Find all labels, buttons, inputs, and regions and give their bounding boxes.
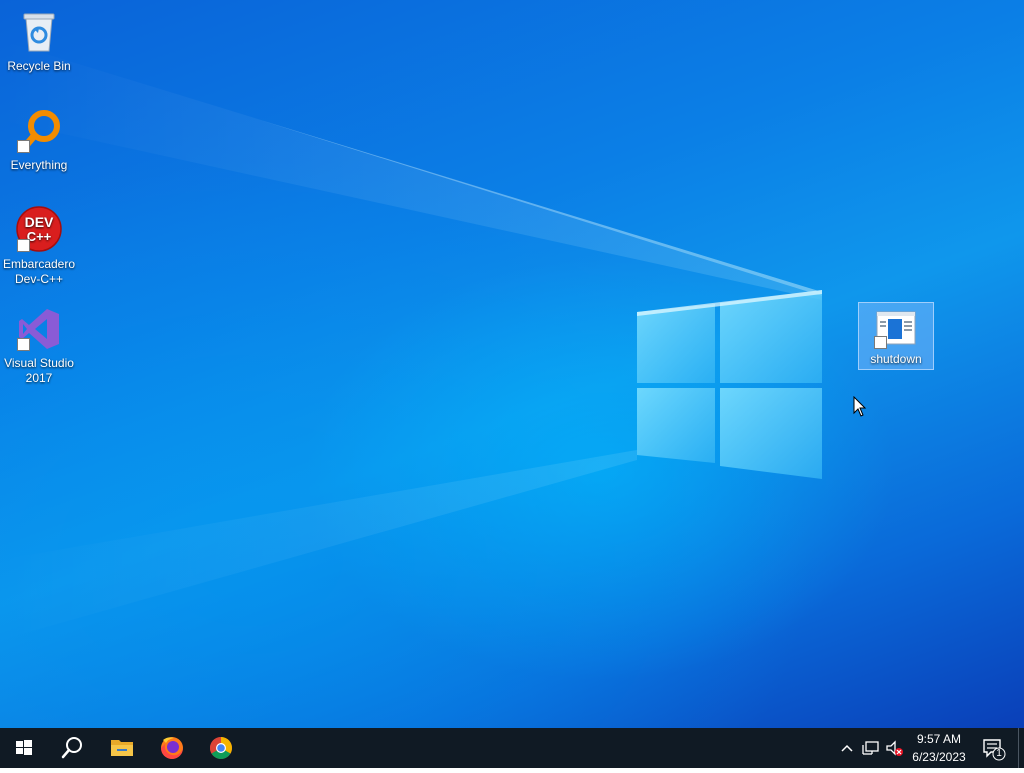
desktop-icon-everything[interactable]: Everything	[1, 107, 77, 173]
network-icon	[862, 741, 879, 755]
devcpp-icon: DEV C++	[15, 206, 63, 254]
notification-count-badge: 1	[996, 748, 1002, 759]
shortcut-arrow-icon	[874, 336, 887, 349]
tray-show-hidden-icons[interactable]	[838, 738, 856, 758]
recycle-bin-icon	[15, 8, 63, 56]
desktop-background[interactable]: Recycle Bin Everything DEV C++ Embarcade…	[0, 0, 1024, 728]
clock-date: 6/23/2023	[912, 750, 966, 764]
everything-search-icon	[15, 107, 63, 155]
desktop-icon-label: Visual Studio 2017	[4, 356, 74, 385]
desktop-icon-label: Everything	[10, 158, 68, 172]
desktop-icon-devcpp[interactable]: DEV C++ Embarcadero Dev-C++	[1, 206, 77, 287]
search-icon	[61, 737, 82, 759]
show-desktop-button[interactable]	[1018, 728, 1024, 768]
shortcut-arrow-icon	[17, 140, 30, 153]
desktop-icon-recycle-bin[interactable]: Recycle Bin	[1, 8, 77, 74]
taskbar: 9:57 AM 6/23/2023 1	[0, 728, 1024, 768]
chevron-up-icon	[841, 744, 853, 752]
mouse-pointer-icon	[853, 396, 867, 417]
desktop-icon-label: Embarcadero Dev-C++	[2, 257, 76, 286]
folder-icon	[111, 740, 133, 756]
taskbar-chrome[interactable]	[197, 728, 245, 768]
clock-time: 9:57 AM	[916, 732, 962, 746]
tray-volume[interactable]	[884, 738, 906, 758]
taskbar-firefox[interactable]	[148, 728, 196, 768]
shutdown-shortcut-icon	[874, 309, 918, 349]
shortcut-arrow-icon	[17, 338, 30, 351]
svg-text:C++: C++	[27, 229, 52, 244]
desktop-icon-visual-studio[interactable]: Visual Studio 2017	[1, 305, 77, 386]
start-button[interactable]	[0, 728, 48, 768]
taskbar-file-explorer[interactable]	[98, 728, 146, 768]
search-button[interactable]	[48, 728, 96, 768]
desktop-icon-label: Recycle Bin	[7, 59, 71, 73]
svg-text:DEV: DEV	[25, 214, 54, 230]
visual-studio-icon	[15, 305, 63, 353]
action-center-button[interactable]: 1	[978, 734, 1008, 762]
desktop-icon-label: shutdown	[870, 352, 922, 366]
volume-muted-icon	[886, 740, 903, 756]
chrome-icon	[210, 737, 232, 759]
windows-start-icon	[16, 740, 32, 755]
shortcut-arrow-icon	[17, 239, 30, 252]
tray-network[interactable]	[860, 738, 882, 758]
desktop-icon-shutdown[interactable]: shutdown	[858, 302, 934, 370]
firefox-icon	[161, 737, 183, 759]
tray-clock[interactable]: 9:57 AM 6/23/2023	[906, 730, 972, 766]
